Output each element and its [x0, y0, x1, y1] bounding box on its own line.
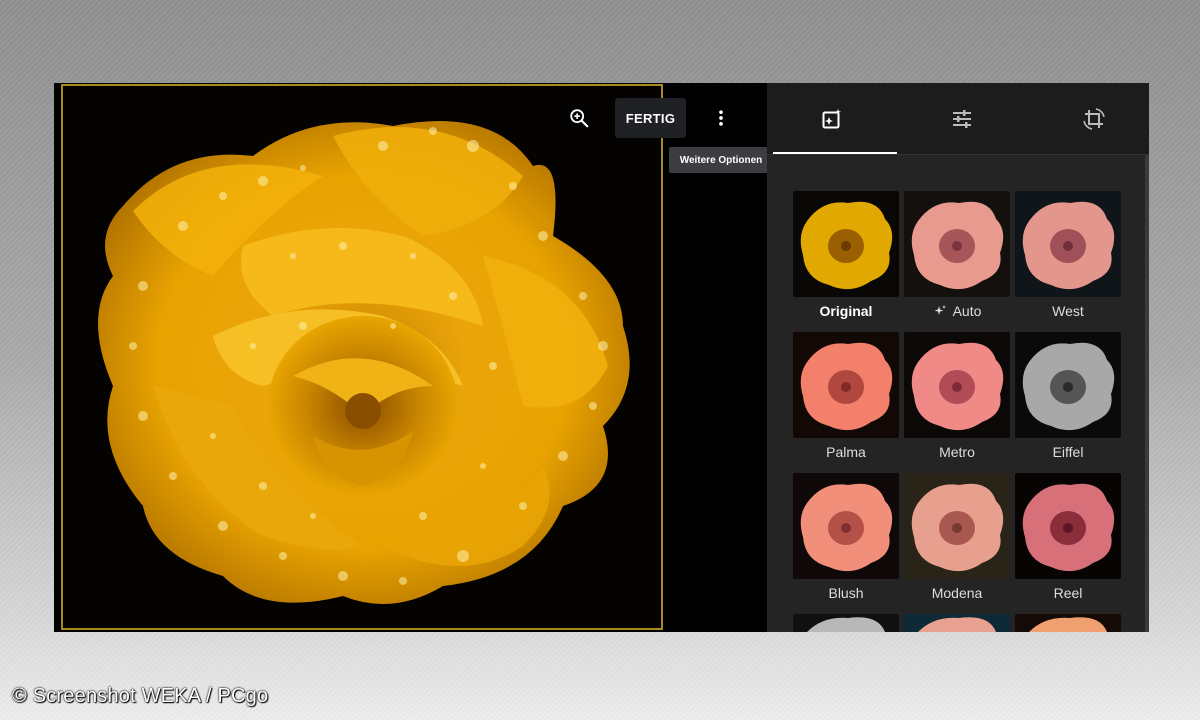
tab-crop-rotate[interactable] — [1029, 83, 1149, 154]
filter-label: Reel — [1053, 585, 1083, 601]
more-options-tooltip: Weitere Optionen — [669, 147, 773, 173]
filter-partial[interactable] — [1015, 614, 1121, 632]
edit-panel: Original Auto West Palma Metro Eiffel Bl… — [767, 83, 1149, 632]
photo-canvas[interactable] — [61, 84, 663, 630]
filter-reel[interactable]: Reel — [1015, 473, 1121, 614]
zoom-in-icon — [570, 109, 589, 128]
filter-thumbnail — [904, 473, 1010, 579]
filter-label: Palma — [826, 444, 866, 460]
more-options-button[interactable] — [707, 104, 735, 132]
filter-label: Blush — [828, 585, 864, 601]
filter-thumbnail — [904, 614, 1010, 632]
auto-fix-icon — [822, 108, 841, 128]
filter-partial[interactable] — [904, 614, 1010, 632]
filter-blush[interactable]: Blush — [793, 473, 899, 614]
filter-eiffel[interactable]: Eiffel — [1015, 332, 1121, 473]
filter-thumbnail — [793, 614, 899, 632]
filter-label: Modena — [931, 585, 983, 601]
edit-tabs — [767, 83, 1149, 154]
copyright-caption: © Screenshot WEKA / PCgo — [12, 685, 269, 707]
zoom-button[interactable] — [565, 104, 593, 132]
filter-thumbnail — [1015, 614, 1121, 632]
filter-modena[interactable]: Modena — [904, 473, 1010, 614]
more-vert-icon — [719, 110, 723, 126]
filter-original[interactable]: Original — [793, 191, 899, 332]
filter-label: Metro — [939, 444, 975, 460]
filter-thumbnail — [904, 332, 1010, 438]
filter-label: Auto — [952, 303, 982, 319]
filter-label: Eiffel — [1052, 444, 1084, 460]
filter-palma[interactable]: Palma — [793, 332, 899, 473]
panel-scrollbar[interactable] — [1145, 155, 1149, 632]
crop-rotate-icon — [1083, 107, 1105, 130]
tab-divider — [767, 154, 1149, 155]
filter-thumbnail — [1015, 332, 1121, 438]
filter-auto[interactable]: Auto — [904, 191, 1010, 332]
filter-label: West — [1052, 303, 1084, 319]
tab-adjust[interactable] — [897, 83, 1027, 154]
sliders-icon — [953, 109, 971, 128]
editor-stage: FERTIG Weitere Optionen — [54, 83, 773, 632]
tab-filters[interactable] — [767, 83, 897, 154]
filter-label: Original — [819, 303, 873, 319]
filter-metro[interactable]: Metro — [904, 332, 1010, 473]
rose-photo — [63, 86, 661, 628]
filter-thumbnail — [793, 473, 899, 579]
filter-thumbnail — [904, 191, 1010, 297]
sparkle-icon — [934, 305, 946, 315]
filter-label-row: Auto — [904, 303, 1010, 319]
filter-thumbnail — [1015, 473, 1121, 579]
filter-thumbnail — [793, 191, 899, 297]
done-button[interactable]: FERTIG — [615, 98, 686, 138]
filter-thumbnail — [793, 332, 899, 438]
filter-thumbnail — [1015, 191, 1121, 297]
filter-partial[interactable] — [793, 614, 899, 632]
filter-west[interactable]: West — [1015, 191, 1121, 332]
photo-editor-window: FERTIG Weitere Optionen Original Auto We… — [54, 83, 1149, 632]
